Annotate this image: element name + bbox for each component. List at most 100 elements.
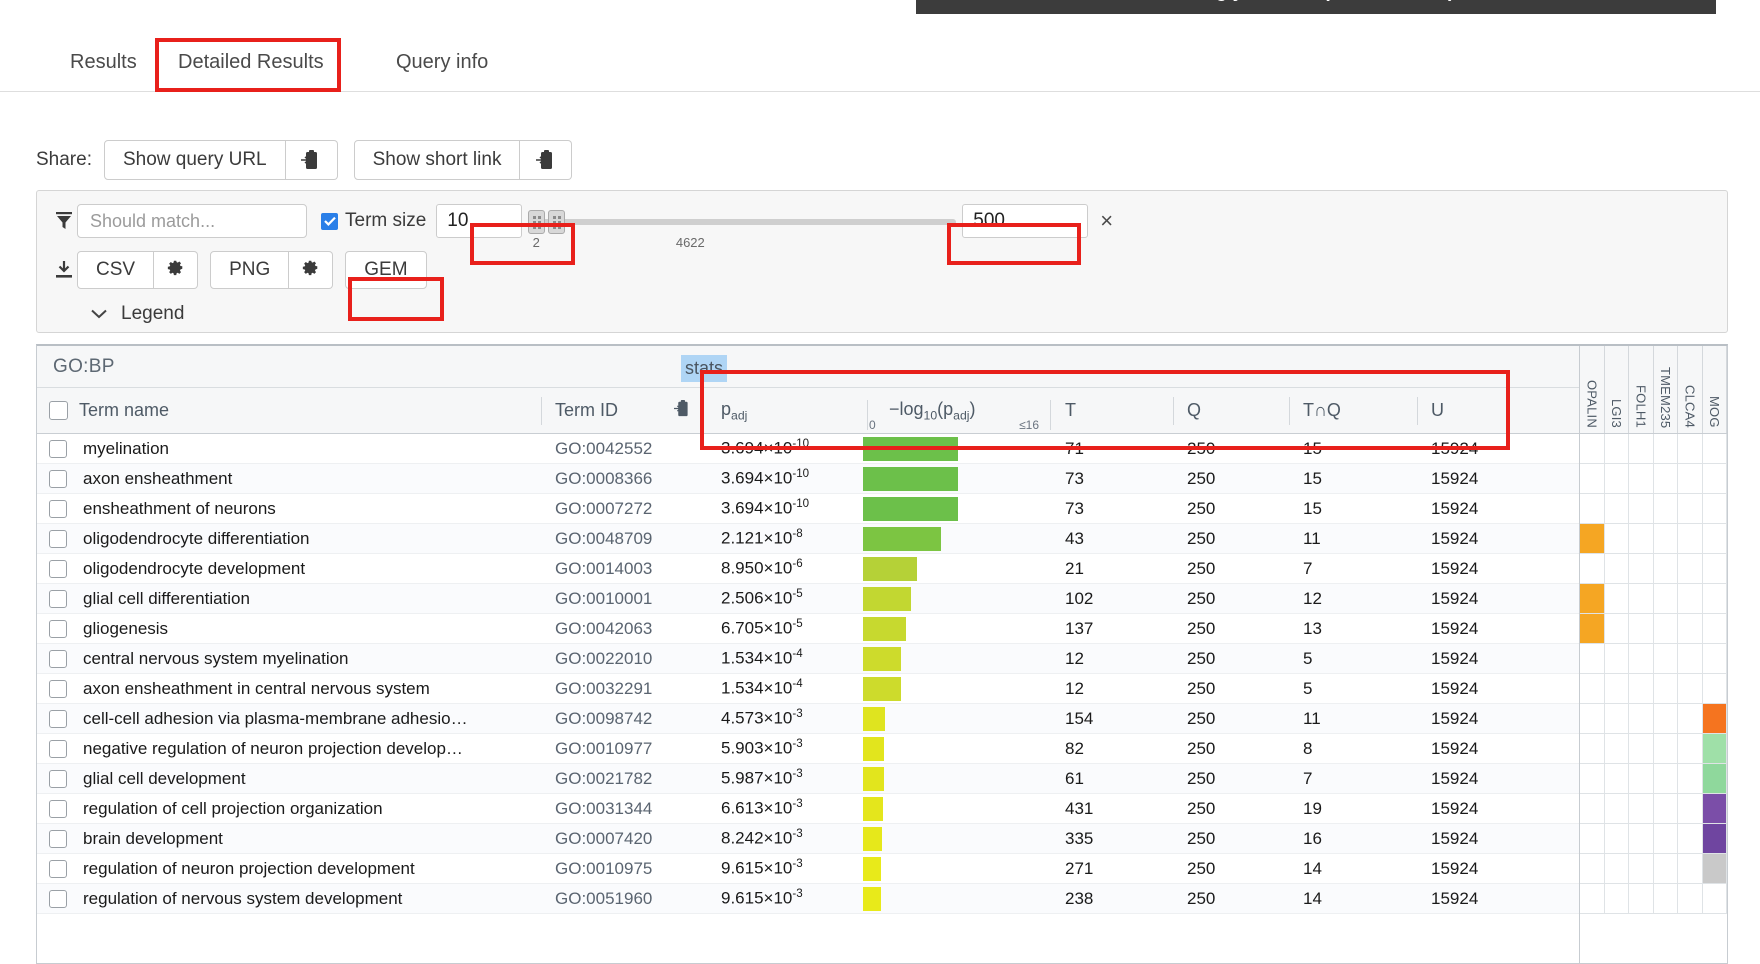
gene-matrix-cell[interactable] bbox=[1653, 674, 1678, 704]
term-size-slider[interactable]: 2 4622 bbox=[528, 204, 957, 250]
gene-matrix-cell[interactable] bbox=[1653, 794, 1678, 824]
gene-matrix-cell[interactable] bbox=[1629, 614, 1654, 644]
term-size-min-input[interactable] bbox=[436, 204, 523, 238]
gene-matrix-cell[interactable] bbox=[1702, 434, 1727, 464]
table-row[interactable]: oligodendrocyte differentiation GO:004870… bbox=[37, 524, 1727, 554]
row-select-cell[interactable] bbox=[37, 584, 79, 614]
row-term-id-cell[interactable]: GO:0007272 bbox=[541, 494, 661, 524]
row-select-cell[interactable] bbox=[37, 494, 79, 524]
gene-matrix-cell[interactable] bbox=[1580, 734, 1605, 764]
gene-matrix-cell[interactable] bbox=[1580, 854, 1605, 884]
gene-matrix-cell[interactable] bbox=[1580, 674, 1605, 704]
close-icon[interactable]: × bbox=[1100, 208, 1113, 234]
csv-download-button[interactable]: CSV bbox=[77, 251, 155, 289]
table-row[interactable]: glial cell differentiation GO:0010001 2.50… bbox=[37, 584, 1727, 614]
gene-matrix-cell[interactable] bbox=[1702, 764, 1727, 794]
slider-handle-max[interactable] bbox=[548, 210, 566, 234]
gene-matrix-cell[interactable] bbox=[1653, 614, 1678, 644]
row-checkbox[interactable] bbox=[49, 469, 67, 488]
gene-matrix-cell[interactable] bbox=[1629, 854, 1654, 884]
row-checkbox[interactable] bbox=[49, 589, 67, 608]
header-padj[interactable]: padj bbox=[703, 388, 863, 434]
gene-matrix-cell[interactable] bbox=[1702, 554, 1727, 584]
slider-track[interactable] bbox=[528, 219, 957, 225]
gene-matrix-cell[interactable] bbox=[1629, 464, 1654, 494]
table-row[interactable]: negative regulation of neuron projection… bbox=[37, 734, 1727, 764]
gene-matrix-cell[interactable] bbox=[1629, 644, 1654, 674]
table-row[interactable]: gliogenesis GO:0042063 6.705×10-5 137 250 13 1… bbox=[37, 614, 1727, 644]
gene-matrix-cell[interactable] bbox=[1653, 884, 1678, 914]
gene-matrix-cell[interactable] bbox=[1702, 824, 1727, 854]
show-short-link-button[interactable]: Show short link bbox=[353, 140, 521, 180]
gene-matrix-cell[interactable] bbox=[1702, 494, 1727, 524]
gene-matrix-cell[interactable] bbox=[1702, 644, 1727, 674]
gene-matrix-cell[interactable] bbox=[1702, 674, 1727, 704]
gene-matrix-cell[interactable] bbox=[1702, 734, 1727, 764]
row-select-cell[interactable] bbox=[37, 764, 79, 794]
gene-matrix-cell[interactable] bbox=[1678, 764, 1703, 794]
table-row[interactable]: oligodendrocyte development GO:0014003 8.9… bbox=[37, 554, 1727, 584]
term-size-max-input[interactable] bbox=[962, 204, 1089, 238]
gene-column-header[interactable]: TMEM235 bbox=[1654, 346, 1678, 433]
gene-matrix-cell[interactable] bbox=[1580, 764, 1605, 794]
gene-matrix-cell[interactable] bbox=[1702, 464, 1727, 494]
gene-matrix-cell[interactable] bbox=[1604, 554, 1629, 584]
table-row[interactable]: regulation of nervous system development… bbox=[37, 884, 1727, 914]
gene-matrix-cell[interactable] bbox=[1604, 464, 1629, 494]
gene-matrix-cell[interactable] bbox=[1678, 434, 1703, 464]
gene-matrix-cell[interactable] bbox=[1604, 434, 1629, 464]
gene-matrix-cell[interactable] bbox=[1604, 674, 1629, 704]
row-term-id-cell[interactable]: GO:0098742 bbox=[541, 704, 661, 734]
gene-matrix-cell[interactable] bbox=[1629, 524, 1654, 554]
row-term-id-cell[interactable]: GO:0042552 bbox=[541, 434, 661, 464]
header-neglog-axis[interactable]: 0 −log10(padj) ≤16 bbox=[863, 388, 1053, 434]
table-row[interactable]: cell-cell adhesion via plasma-membrane a… bbox=[37, 704, 1727, 734]
gene-matrix-cell[interactable] bbox=[1580, 494, 1605, 524]
row-checkbox[interactable] bbox=[49, 649, 67, 668]
gene-matrix-cell[interactable] bbox=[1678, 794, 1703, 824]
row-select-cell[interactable] bbox=[37, 884, 79, 914]
png-settings-button[interactable] bbox=[289, 251, 334, 289]
gene-matrix-cell[interactable] bbox=[1678, 554, 1703, 584]
gene-matrix-cell[interactable] bbox=[1653, 704, 1678, 734]
gene-column-header[interactable]: MOG bbox=[1703, 346, 1727, 433]
row-checkbox[interactable] bbox=[49, 889, 67, 908]
header-term-name[interactable]: Term name bbox=[79, 388, 541, 434]
row-checkbox[interactable] bbox=[49, 529, 67, 548]
legend-toggle[interactable]: Legend bbox=[91, 303, 184, 325]
tab-query-info[interactable]: Query info bbox=[378, 34, 506, 91]
row-checkbox[interactable] bbox=[49, 439, 67, 458]
gene-matrix-cell[interactable] bbox=[1653, 554, 1678, 584]
gene-matrix-cell[interactable] bbox=[1653, 734, 1678, 764]
row-term-id-cell[interactable]: GO:0010001 bbox=[541, 584, 661, 614]
header-U[interactable]: U bbox=[1417, 388, 1537, 434]
gene-matrix-cell[interactable] bbox=[1629, 494, 1654, 524]
tab-results[interactable]: Results bbox=[52, 34, 155, 91]
table-row[interactable]: ensheathment of neurons GO:0007272 3.694×1… bbox=[37, 494, 1727, 524]
row-select-cell[interactable] bbox=[37, 464, 79, 494]
gene-column-header[interactable]: CLCA4 bbox=[1678, 346, 1703, 433]
row-term-id-cell[interactable]: GO:0010975 bbox=[541, 854, 661, 884]
table-row[interactable]: brain development GO:0007420 8.242×10-3 335… bbox=[37, 824, 1727, 854]
row-term-id-cell[interactable]: GO:0051960 bbox=[541, 884, 661, 914]
gene-matrix-cell[interactable] bbox=[1678, 464, 1703, 494]
gene-matrix-cell[interactable] bbox=[1653, 764, 1678, 794]
gene-matrix-cell[interactable] bbox=[1678, 644, 1703, 674]
row-select-cell[interactable] bbox=[37, 644, 79, 674]
row-checkbox[interactable] bbox=[49, 829, 67, 848]
row-term-id-cell[interactable]: GO:0008366 bbox=[541, 464, 661, 494]
gene-matrix-cell[interactable] bbox=[1653, 824, 1678, 854]
gene-column-header[interactable]: LGI3 bbox=[1605, 346, 1629, 433]
row-select-cell[interactable] bbox=[37, 854, 79, 884]
table-row[interactable]: central nervous system myelination GO:002… bbox=[37, 644, 1727, 674]
gene-matrix-cell[interactable] bbox=[1678, 584, 1703, 614]
gene-matrix-cell[interactable] bbox=[1580, 584, 1605, 614]
gene-column-header[interactable]: FOLH1 bbox=[1629, 346, 1654, 433]
table-row[interactable]: axon ensheathment in central nervous sys… bbox=[37, 674, 1727, 704]
gene-matrix-cell[interactable] bbox=[1604, 824, 1629, 854]
gene-matrix-cell[interactable] bbox=[1653, 524, 1678, 554]
row-checkbox[interactable] bbox=[49, 859, 67, 878]
should-match-input[interactable] bbox=[77, 204, 307, 238]
gene-matrix-cell[interactable] bbox=[1580, 644, 1605, 674]
row-term-id-cell[interactable]: GO:0022010 bbox=[541, 644, 661, 674]
